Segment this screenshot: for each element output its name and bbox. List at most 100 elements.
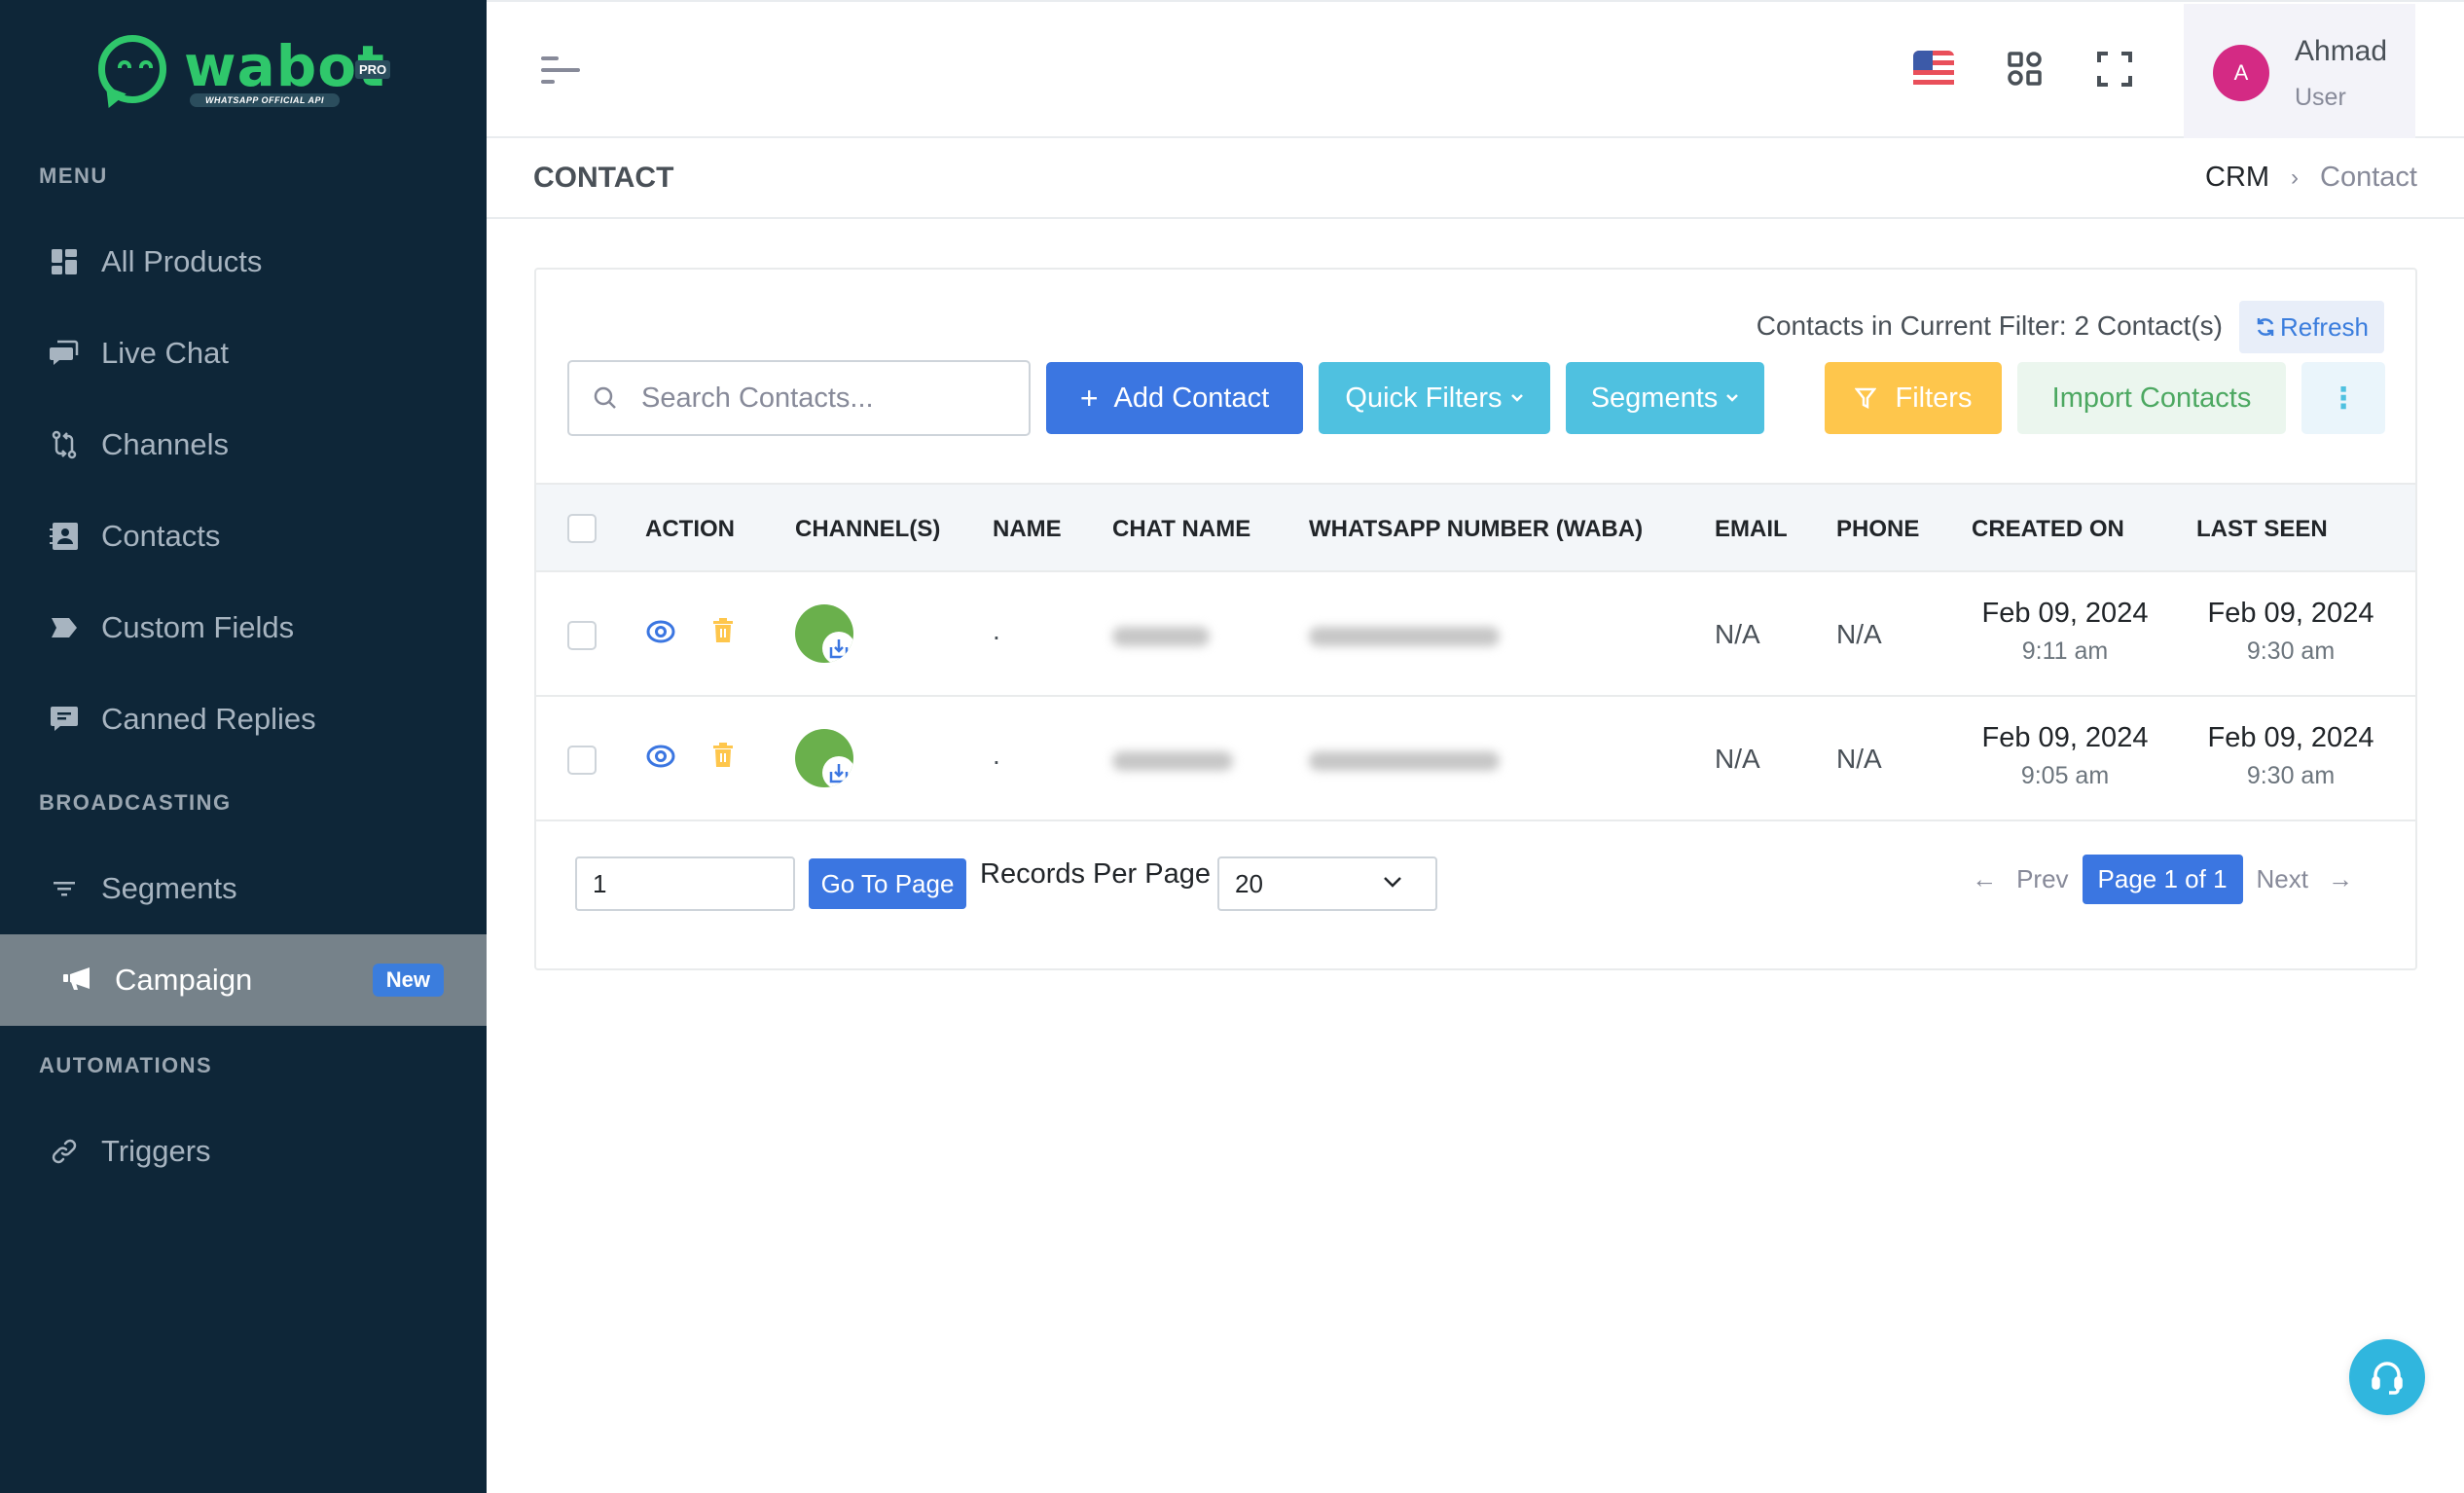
table-row: . N/A N/A Feb 09, 2024 9:05 am Feb 09, 2…: [536, 697, 2415, 821]
refresh-button[interactable]: Refresh: [2238, 301, 2384, 353]
sidebar-item-segments[interactable]: Segments: [0, 843, 487, 934]
contacts-card: Contacts in Current Filter: 2 Contact(s)…: [534, 268, 2417, 970]
brand-logo[interactable]: wabot PRO WHATSAPP OFFICIAL API: [92, 31, 394, 113]
megaphone-icon: [62, 965, 93, 996]
column-header-channels: CHANNEL(S): [795, 516, 941, 542]
column-header-chat-name[interactable]: CHAT NAME: [1112, 516, 1250, 543]
sidebar-item-label: Live Chat: [101, 336, 229, 370]
filters-label: Filters: [1895, 382, 1973, 414]
column-header-email[interactable]: EMAIL: [1715, 516, 1788, 543]
trash-icon[interactable]: [711, 742, 735, 769]
email-value: N/A: [1715, 744, 1760, 774]
select-all-checkbox[interactable]: [567, 514, 597, 543]
sidebar-item-label: Channels: [101, 427, 229, 461]
import-contacts-button[interactable]: Import Contacts: [2017, 362, 2286, 434]
records-per-page-select[interactable]: 20: [1217, 856, 1437, 911]
whatsapp-number-redacted: [1309, 627, 1500, 646]
records-per-page-label: Records Per Page: [980, 858, 1211, 890]
column-header-whatsapp-number[interactable]: WHATSAPP NUMBER (WABA): [1309, 516, 1643, 543]
last-seen-date: Feb 09, 2024: [2207, 722, 2374, 753]
column-header-created-on[interactable]: CREATED ON: [1972, 516, 2124, 543]
row-checkbox[interactable]: [567, 621, 597, 650]
row-checkbox[interactable]: [567, 746, 597, 775]
last-seen-date: Feb 09, 2024: [2207, 598, 2374, 629]
user-name: Ahmad: [2295, 35, 2388, 67]
refresh-icon: [2257, 318, 2274, 336]
sidebar-item-live-chat[interactable]: Live Chat: [0, 308, 487, 399]
created-date: Feb 09, 2024: [1981, 722, 2149, 753]
filters-button[interactable]: Filters: [1825, 362, 2002, 434]
apps-grid-icon[interactable]: [2007, 51, 2047, 91]
add-contact-button[interactable]: + Add Contact: [1046, 362, 1303, 434]
dashboard-icon: [49, 246, 80, 277]
topbar: A Ahmad User: [487, 0, 2464, 138]
search-box[interactable]: [567, 360, 1031, 436]
created-on: Feb 09, 2024 9:05 am: [1968, 722, 2162, 790]
prev-button[interactable]: ← Prev: [1972, 864, 2068, 894]
quick-filters-button[interactable]: Quick Filters: [1319, 362, 1550, 434]
chevron-down-icon: [1726, 394, 1739, 402]
sidebar-item-triggers[interactable]: Triggers: [0, 1106, 487, 1197]
created-on: Feb 09, 2024 9:11 am: [1968, 598, 2162, 666]
email-value: N/A: [1715, 619, 1760, 649]
page-number-input[interactable]: [575, 856, 795, 911]
current-page-indicator: Page 1 of 1: [2082, 855, 2243, 904]
search-icon: [594, 386, 616, 409]
trash-icon[interactable]: [711, 617, 735, 644]
tag-icon: [49, 612, 80, 643]
column-header-last-seen[interactable]: LAST SEEN: [2196, 516, 2328, 543]
chat-name-redacted: [1112, 751, 1233, 771]
fullscreen-icon[interactable]: [2096, 51, 2137, 91]
sidebar-item-label: Campaign: [115, 963, 253, 997]
last-seen: Feb 09, 2024 9:30 am: [2193, 722, 2388, 790]
segments-button[interactable]: Segments: [1566, 362, 1764, 434]
go-to-page-button[interactable]: Go To Page: [809, 858, 966, 909]
next-button[interactable]: Next →: [2257, 864, 2353, 894]
menu-toggle-icon[interactable]: [541, 56, 582, 86]
more-options-button[interactable]: ⋮: [2301, 362, 2385, 434]
section-title-automations: AUTOMATIONS: [39, 1053, 213, 1077]
sidebar-item-label: Canned Replies: [101, 702, 316, 736]
brand-tagline: WHATSAPP OFFICIAL API: [190, 93, 340, 107]
support-chat-button[interactable]: [2349, 1339, 2425, 1415]
sidebar: wabot PRO WHATSAPP OFFICIAL API MENU All…: [0, 0, 487, 1493]
sidebar-item-campaign[interactable]: Campaign New: [0, 934, 487, 1026]
column-header-phone[interactable]: PHONE: [1836, 516, 1919, 543]
column-header-name[interactable]: NAME: [993, 516, 1062, 543]
last-seen-time: 9:30 am: [2246, 762, 2336, 789]
chevron-down-icon: [1510, 394, 1523, 402]
sidebar-item-canned-replies[interactable]: Canned Replies: [0, 674, 487, 765]
sidebar-item-label: All Products: [101, 244, 263, 278]
filter-icon: [49, 873, 80, 904]
eye-icon[interactable]: [645, 744, 676, 769]
sidebar-item-all-products[interactable]: All Products: [0, 216, 487, 308]
logo-eye-icon: [118, 60, 131, 68]
refresh-label: Refresh: [2279, 311, 2369, 342]
sidebar-item-channels[interactable]: Channels: [0, 399, 487, 491]
user-role: User: [2295, 84, 2346, 111]
section-title-menu: MENU: [39, 164, 108, 188]
us-flag-icon[interactable]: [1913, 51, 1954, 90]
table-header: ACTION CHANNEL(S) NAME CHAT NAME WHATSAP…: [536, 483, 2415, 572]
search-input[interactable]: [641, 382, 1011, 415]
eye-icon[interactable]: [645, 619, 676, 644]
whatsapp-channel-icon: [795, 729, 853, 787]
user-menu[interactable]: A Ahmad User: [2184, 4, 2415, 138]
created-date: Feb 09, 2024: [1981, 598, 2149, 629]
breadcrumb: CRM › Contact: [2205, 162, 2417, 194]
quick-filters-label: Quick Filters: [1345, 382, 1503, 414]
sidebar-item-custom-fields[interactable]: Custom Fields: [0, 582, 487, 674]
segments-label: Segments: [1590, 382, 1719, 414]
sidebar-item-contacts[interactable]: Contacts: [0, 491, 487, 582]
plus-icon: +: [1079, 380, 1099, 416]
headset-icon: [2372, 1362, 2403, 1395]
sidebar-item-label: Segments: [101, 871, 237, 905]
breadcrumb-crm[interactable]: CRM: [2205, 162, 2269, 194]
page-title: CONTACT: [533, 162, 674, 194]
next-label: Next: [2256, 864, 2308, 893]
pagination: ← Prev Page 1 of 1 Next →: [1972, 855, 2353, 904]
phone-value: N/A: [1836, 619, 1882, 649]
sidebar-item-label: Custom Fields: [101, 610, 295, 644]
link-icon: [49, 1136, 80, 1167]
records-per-page-value: 20: [1235, 868, 1263, 898]
